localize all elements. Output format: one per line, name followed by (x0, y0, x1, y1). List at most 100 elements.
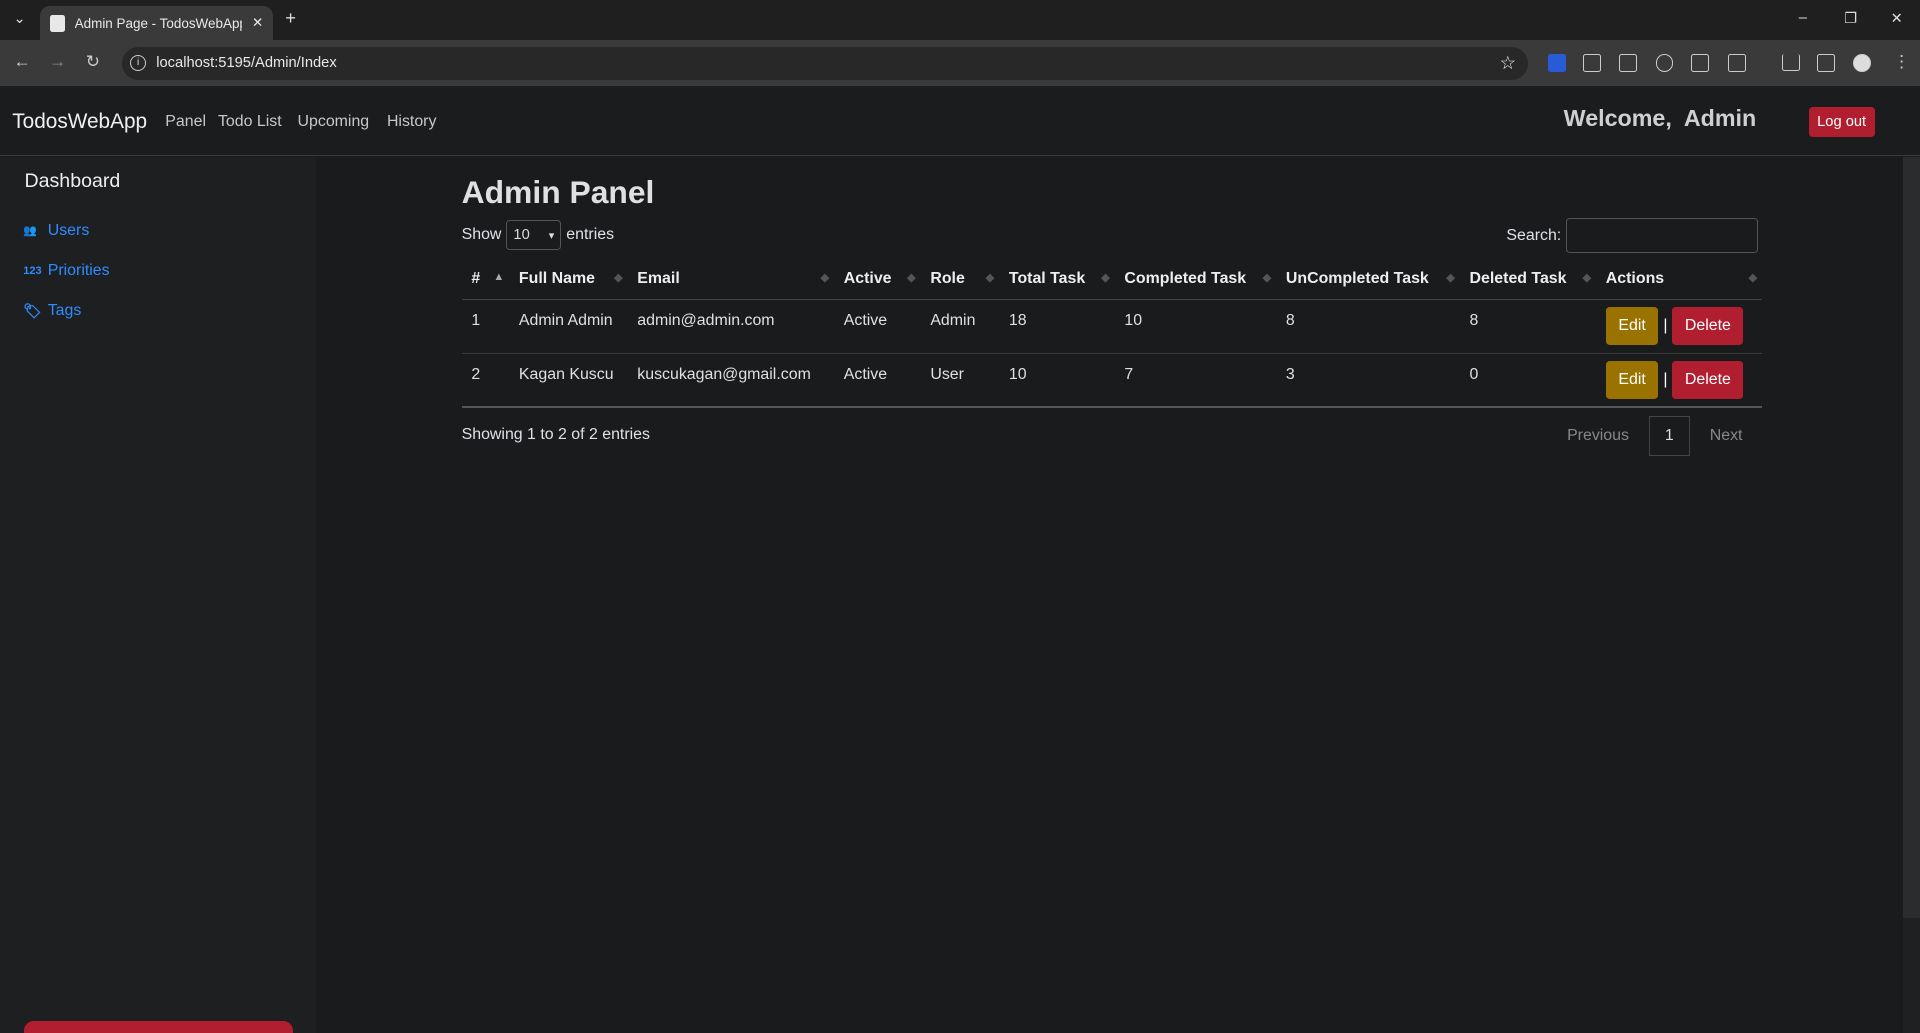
table-row: 1 Admin Admin admin@admin.com Active Admin 18… (461, 299, 1763, 354)
sidebar: Dashboard 👥 Users 123 Priorities 🏷 Tags (0, 156, 316, 1033)
table-cell: 3 (1276, 353, 1460, 408)
entries-value: 10 (513, 227, 530, 244)
browser-window: ⌄ Admin Page - TodosWebApp.W ✕ + – ❐ ✕ ←… (0, 0, 1920, 1033)
nav-upcoming[interactable]: Upcoming (298, 113, 370, 131)
column-header[interactable]: Deleted Task ◆ (1459, 259, 1597, 300)
notion-icon[interactable] (1618, 53, 1637, 72)
table-cell: 10 (1114, 299, 1277, 354)
tab-title: Admin Page - TodosWebApp.W (74, 15, 243, 31)
table-cell: 8 (1276, 299, 1460, 354)
edit-button[interactable]: Edit (1605, 360, 1659, 399)
reload-icon[interactable]: ↻ (86, 51, 100, 72)
close-tab-icon[interactable]: ✕ (252, 15, 263, 31)
search-input[interactable] (1566, 217, 1759, 254)
sort-icon: ▲ (493, 270, 505, 283)
table-cell: 0 (1459, 353, 1597, 408)
edit-button[interactable]: Edit (1605, 307, 1659, 346)
column-label: Actions (1605, 270, 1665, 288)
column-header[interactable]: Full Name ◆ (509, 259, 628, 300)
bitwarden-icon[interactable] (1547, 53, 1566, 72)
nav-panel[interactable]: Panel (165, 113, 206, 131)
tab-bar: ⌄ Admin Page - TodosWebApp.W ✕ + – ❐ ✕ (0, 0, 1920, 41)
app-navbar: TodosWebApp Panel Todo List Upcoming His… (0, 85, 1920, 157)
page-icon (50, 14, 65, 32)
users-icon: 👥 (23, 225, 37, 238)
url-text: localhost:5195/Admin/Index (156, 55, 337, 72)
table-cell: 1 (461, 299, 510, 354)
column-header[interactable]: Total Task ◆ (999, 259, 1115, 300)
column-header[interactable]: Completed Task ◆ (1114, 259, 1277, 300)
column-header[interactable]: Email ◆ (627, 259, 834, 300)
sidebar-bottom-button[interactable] (24, 1021, 293, 1033)
column-header[interactable]: # ▲ (461, 259, 510, 300)
table-cell: 7 (1114, 353, 1277, 408)
separator: | (1663, 370, 1668, 388)
table-cell: Admin Admin (509, 299, 628, 354)
minimize-icon[interactable]: – (1799, 10, 1807, 26)
table-cell: Admin (920, 299, 1000, 354)
delete-button[interactable]: Delete (1672, 307, 1744, 346)
nav-todo-list[interactable]: Todo List (218, 113, 282, 131)
extension-glasses-icon[interactable] (1655, 53, 1674, 72)
table-info: Showing 1 to 2 of 2 entries (461, 426, 650, 444)
address-bar[interactable]: i localhost:5195/Admin/Index ☆ (122, 46, 1529, 80)
column-label: Email (637, 270, 680, 288)
sort-icon: ◆ (985, 271, 995, 284)
sidebar-item-label: Users (47, 221, 90, 239)
table-cell: admin@admin.com (627, 299, 834, 354)
tab-search-icon[interactable]: ⌄ (13, 10, 25, 27)
chevron-down-icon: ▾ (548, 229, 555, 242)
extensions-puzzle-icon[interactable] (1727, 53, 1746, 72)
column-header[interactable]: Role ◆ (920, 259, 1000, 300)
show-label: Show (461, 226, 502, 244)
nav-history[interactable]: History (387, 113, 437, 131)
download-icon[interactable] (1781, 53, 1800, 71)
page-1-button[interactable]: 1 (1648, 416, 1691, 456)
brand-logo[interactable]: TodosWebApp (12, 110, 147, 134)
logout-button[interactable]: Log out (1808, 106, 1875, 138)
column-label: Role (930, 270, 965, 288)
back-icon[interactable]: ← (13, 51, 30, 72)
table-cell: User (920, 353, 1000, 408)
page-title: Admin Panel (461, 173, 655, 210)
sidebar-item-users[interactable]: 👥 Users (23, 222, 89, 240)
sort-icon: ◆ (1748, 271, 1758, 284)
column-header[interactable]: Actions ◆ (1596, 259, 1763, 300)
column-header[interactable]: UnCompleted Task ◆ (1276, 259, 1460, 300)
entries-select[interactable]: 10 ▾ (506, 220, 562, 250)
forward-icon[interactable]: → (49, 51, 66, 72)
menu-kebab-icon[interactable]: ⋮ (1893, 51, 1910, 72)
extension-icon[interactable] (1583, 53, 1602, 72)
next-button[interactable]: Next (1710, 427, 1743, 445)
table-row: 2 Kagan Kuscu kuscukagan@gmail.com Active Us… (461, 353, 1763, 408)
sort-icon: ◆ (1446, 271, 1455, 284)
side-panel-icon[interactable] (1817, 53, 1836, 72)
sidebar-item-priorities[interactable]: 123 Priorities (23, 262, 109, 280)
new-tab-icon[interactable]: + (285, 7, 296, 29)
column-label: Total Task (1008, 270, 1086, 288)
123-icon: 123 (23, 265, 42, 278)
browser-tab[interactable]: Admin Page - TodosWebApp.W ✕ (40, 6, 274, 41)
browser-toolbar: ← → ↻ i localhost:5195/Admin/Index ☆ ⋮ (0, 40, 1920, 86)
tags-icon: 🏷 (23, 304, 42, 321)
sidebar-item-label: Priorities (47, 262, 110, 280)
site-info-icon[interactable]: i (129, 54, 147, 72)
table-cell: Active (834, 299, 921, 354)
previous-button[interactable]: Previous (1567, 427, 1629, 445)
restore-icon[interactable]: ❐ (1844, 10, 1857, 27)
bookmark-star-icon[interactable]: ☆ (1499, 52, 1515, 74)
table-cell: 10 (999, 353, 1115, 408)
column-header[interactable]: Active ◆ (834, 259, 921, 300)
sidebar-title: Dashboard (24, 170, 121, 193)
welcome-text: Welcome, Admin (1564, 105, 1757, 132)
sort-icon: ◆ (907, 271, 916, 284)
close-window-icon[interactable]: ✕ (1891, 10, 1903, 27)
profile-avatar[interactable] (1852, 53, 1871, 72)
scrollbar-thumb[interactable] (1902, 156, 1920, 919)
sort-icon: ◆ (614, 271, 623, 284)
reader-icon[interactable] (1691, 53, 1709, 72)
table-cell: kuscukagan@gmail.com (627, 353, 834, 408)
delete-button[interactable]: Delete (1672, 360, 1744, 399)
table-cell: Active (834, 353, 921, 408)
sidebar-item-tags[interactable]: 🏷 Tags (23, 302, 81, 320)
